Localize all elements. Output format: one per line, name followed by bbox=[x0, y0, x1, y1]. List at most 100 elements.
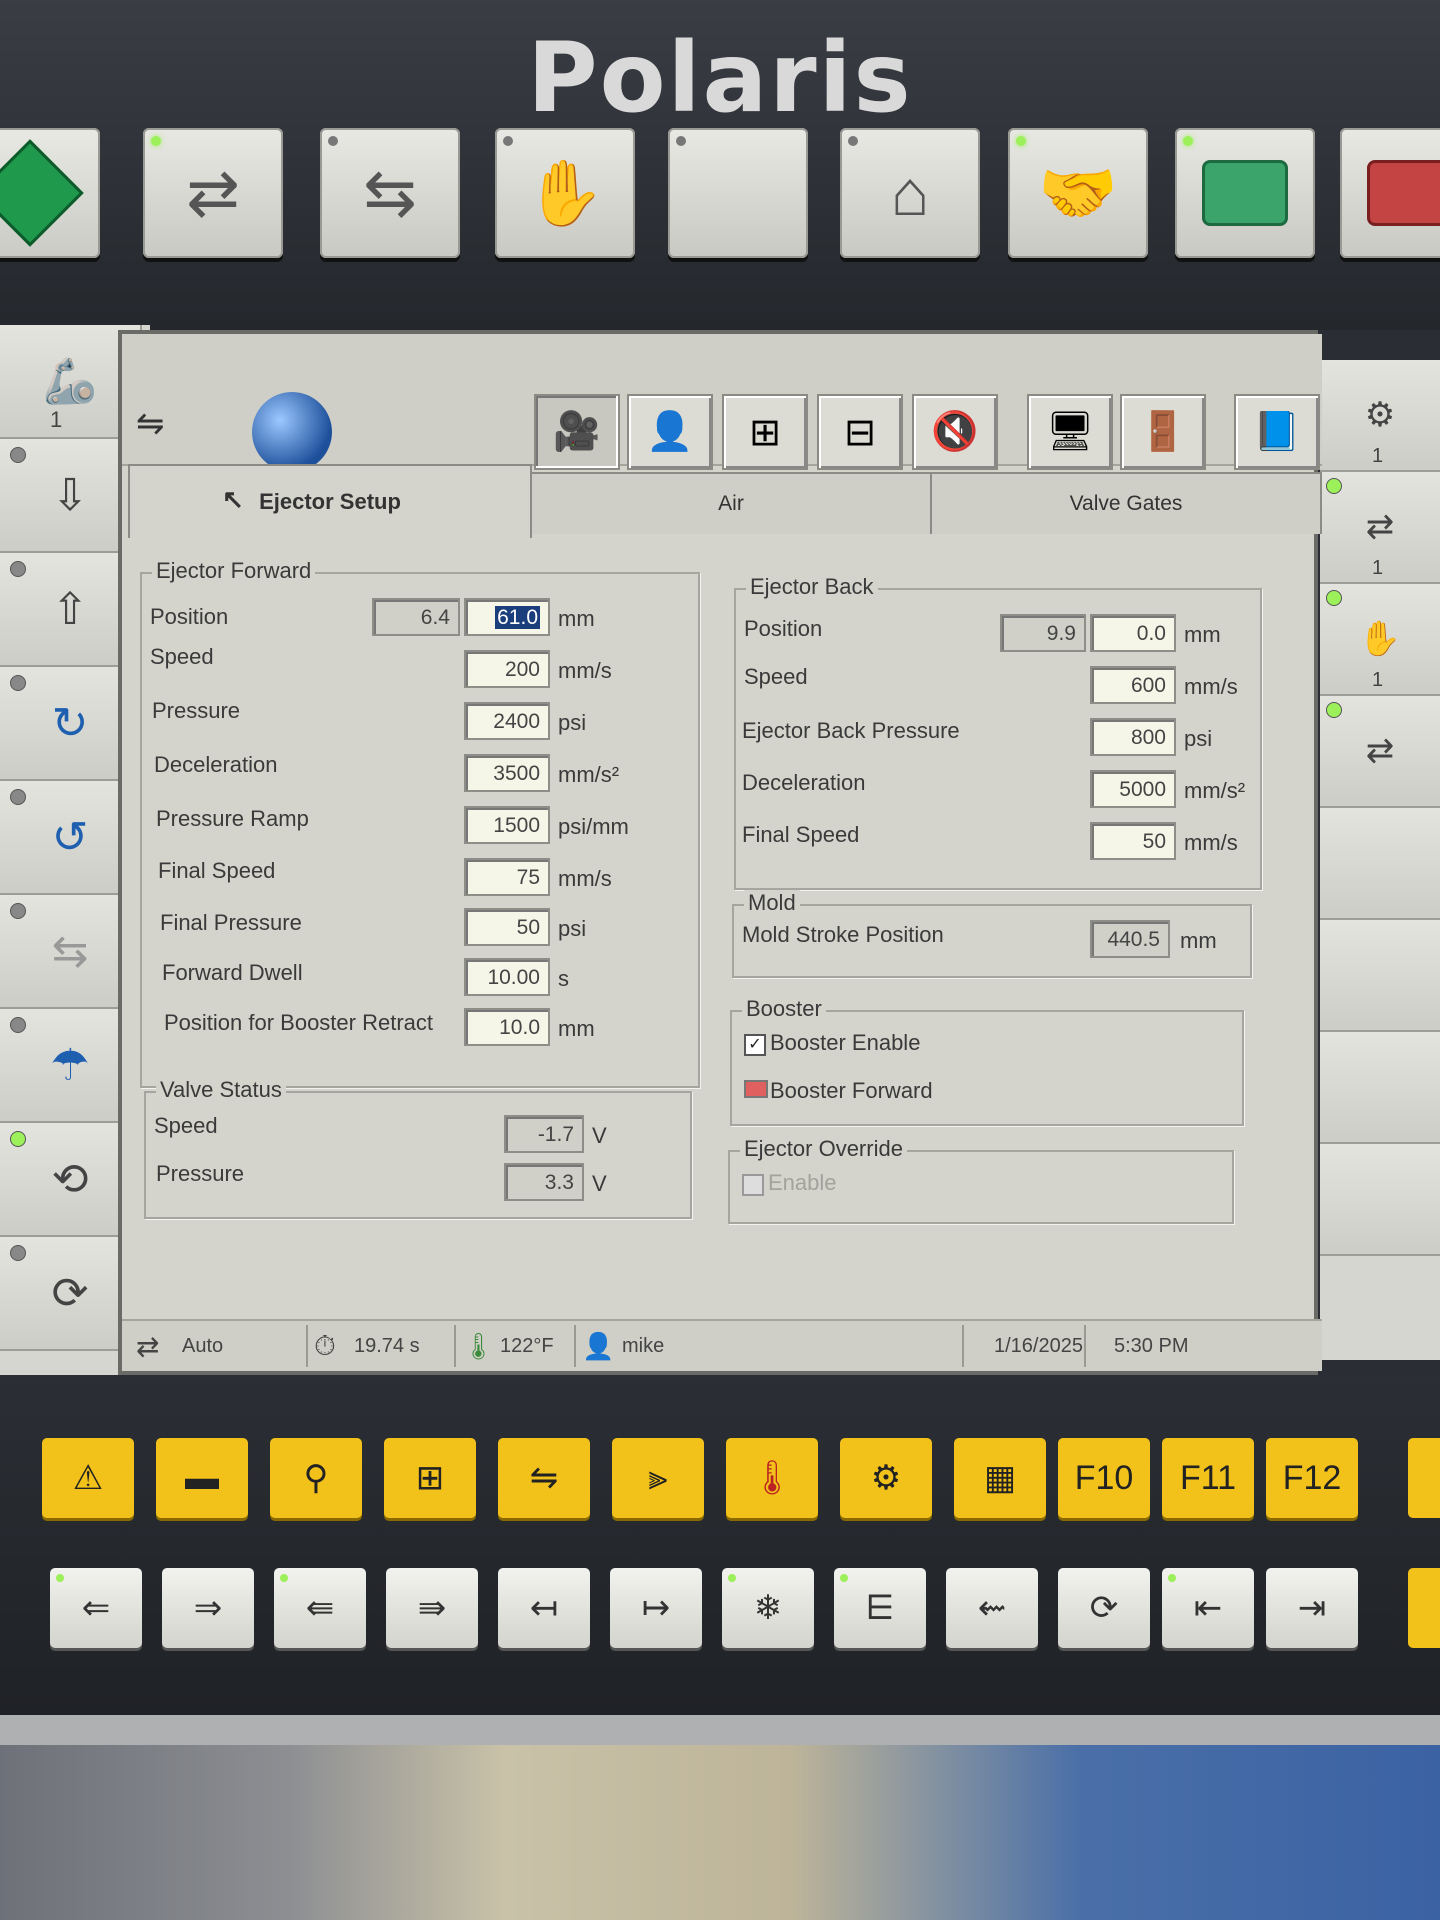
camera-operator-button[interactable]: 🎥 bbox=[534, 394, 620, 470]
mold-setup-icon[interactable]: ⇋ bbox=[136, 404, 165, 444]
sound-off-button[interactable]: 🔇 bbox=[912, 394, 998, 470]
eb-back-pressure-field[interactable]: 800 bbox=[1090, 718, 1176, 756]
heater-temp-key[interactable]: 🌡 bbox=[726, 1438, 818, 1518]
monitor-button[interactable]: 🖥 bbox=[1027, 394, 1113, 470]
right-key-empty-4[interactable] bbox=[1320, 1144, 1440, 1256]
sound-off-icon: 🔇 bbox=[931, 411, 979, 453]
graph-trend-key[interactable]: ▦ bbox=[954, 1438, 1046, 1518]
eb-final-speed-unit: mm/s bbox=[1184, 830, 1238, 855]
robot-gripper-key[interactable]: ⚲ bbox=[270, 1438, 362, 1518]
alarm-key[interactable]: ⚠ bbox=[42, 1438, 134, 1518]
hmi-screen: ⇋ 🎥 👤 ⊞ ⊟ 🔇 🖥 🚪 📘 ↖ Ejector Setup Air Va… bbox=[118, 330, 1322, 1375]
right-key-valve-gate[interactable]: ⇄ 1 bbox=[1320, 472, 1440, 584]
cycle-start-key[interactable] bbox=[0, 128, 100, 258]
brand-text: Polaris bbox=[527, 22, 913, 134]
core-forward-hard-key[interactable]: ⇥ bbox=[1266, 1568, 1358, 1648]
right-key-robot-mold[interactable]: ⚙ 1 bbox=[1320, 360, 1440, 472]
robot-arm-fkey[interactable]: ⚙ bbox=[840, 1438, 932, 1518]
eb-speed-field[interactable]: 600 bbox=[1090, 666, 1176, 704]
yellow-edge-key-2[interactable] bbox=[1408, 1568, 1440, 1648]
cooling-key[interactable]: ❄ bbox=[722, 1568, 814, 1648]
carriage-back-key[interactable]: ⇚ bbox=[274, 1568, 366, 1648]
mold-stroke-field: 440.5 bbox=[1090, 920, 1170, 958]
eb-speed-label: Speed bbox=[744, 664, 808, 689]
nozzle-screw-key[interactable]: ⫸ bbox=[612, 1438, 704, 1518]
mold-open-key[interactable]: ⇐ bbox=[50, 1568, 142, 1648]
tab-strip: ↖ Ejector Setup Air Valve Gates bbox=[122, 464, 1322, 538]
right-key-hand-spray[interactable]: ✋ 1 bbox=[1320, 584, 1440, 696]
ef-position-setpoint[interactable]: 61.0 bbox=[464, 598, 550, 636]
tab-air[interactable]: Air bbox=[530, 472, 932, 534]
operator-button[interactable]: 👤 bbox=[627, 394, 713, 470]
f11-label: F11 bbox=[1179, 1458, 1237, 1497]
user-avatar-icon: 👤 bbox=[582, 1330, 615, 1361]
vs-speed-unit: V bbox=[592, 1123, 607, 1148]
motor-start-key[interactable] bbox=[1175, 128, 1315, 258]
core-back-hard-key[interactable]: ⇤ bbox=[1162, 1568, 1254, 1648]
ef-pressure-ramp-field[interactable]: 1500 bbox=[464, 806, 550, 844]
ejector-back-hard-key[interactable]: ↤ bbox=[498, 1568, 590, 1648]
booster-enable-checkbox[interactable]: ✓ bbox=[744, 1034, 766, 1056]
blank-led bbox=[676, 136, 686, 146]
ef-pressure-field[interactable]: 2400 bbox=[464, 702, 550, 740]
mold-close-key[interactable]: ⇒ bbox=[162, 1568, 254, 1648]
eb-deceleration-field[interactable]: 5000 bbox=[1090, 770, 1176, 808]
blank-key[interactable] bbox=[668, 128, 808, 258]
vs-pressure-label: Pressure bbox=[156, 1161, 245, 1186]
ef-final-pressure-field[interactable]: 50 bbox=[464, 908, 550, 946]
ef-booster-retract-field[interactable]: 10.0 bbox=[464, 1008, 550, 1046]
right-key-empty-2[interactable] bbox=[1320, 920, 1440, 1032]
f10-key[interactable]: F10 bbox=[1058, 1438, 1150, 1518]
right-key-robot-eject[interactable]: ⇄ bbox=[1320, 696, 1440, 808]
ejector-forward-hard-key[interactable]: ↦ bbox=[610, 1568, 702, 1648]
ef-forward-dwell-field[interactable]: 10.00 bbox=[464, 958, 550, 996]
yellow-edge-key[interactable] bbox=[1408, 1438, 1440, 1518]
injection-unit-key[interactable]: ▬ bbox=[156, 1438, 248, 1518]
eb-position-field[interactable]: 0.0 bbox=[1090, 614, 1176, 652]
screw-decompress-icon: ⇜ bbox=[977, 1589, 1007, 1627]
ef-speed-field[interactable]: 200 bbox=[464, 650, 550, 688]
clamp-measure-button[interactable]: ⊞ bbox=[722, 394, 808, 470]
tab-ejector-setup[interactable]: ↖ Ejector Setup bbox=[128, 464, 532, 538]
ef-deceleration-field[interactable]: 3500 bbox=[464, 754, 550, 792]
ejector-key[interactable]: ⇋ bbox=[498, 1438, 590, 1518]
help-button[interactable]: 📘 bbox=[1234, 394, 1320, 470]
clamp-button[interactable]: ⊟ bbox=[817, 394, 903, 470]
ejector-override-checkbox[interactable] bbox=[742, 1174, 764, 1196]
nozzle-purge-key[interactable]: ⋿ bbox=[834, 1568, 926, 1648]
mold-title: Mold bbox=[744, 890, 800, 916]
air-blow-icon: ☂ bbox=[50, 1040, 90, 1090]
top-key-row: ⇄ ⇆ ✋ ⌂ 🤝 bbox=[0, 128, 1440, 288]
eb-back-pressure-unit: psi bbox=[1184, 726, 1213, 751]
tab-valve-gates[interactable]: Valve Gates bbox=[930, 472, 1322, 534]
ef-final-speed-field[interactable]: 75 bbox=[464, 858, 550, 896]
manual-mode-key[interactable]: ✋ bbox=[495, 128, 635, 258]
auto-cycle-key[interactable]: ⇄ bbox=[143, 128, 283, 258]
exit-door-button[interactable]: 🚪 bbox=[1120, 394, 1206, 470]
ef-deceleration-unit: mm/s² bbox=[558, 762, 620, 787]
carriage-forward-key[interactable]: ⇛ bbox=[386, 1568, 478, 1648]
right-key-empty-1[interactable] bbox=[1320, 808, 1440, 920]
semi-auto-cycle-key[interactable]: ⇆ bbox=[320, 128, 460, 258]
f11-key[interactable]: F11 bbox=[1162, 1438, 1254, 1518]
screw-decompress-key[interactable]: ⇜ bbox=[946, 1568, 1038, 1648]
ejector-override-enable-label: Enable bbox=[768, 1170, 837, 1195]
floor-background bbox=[0, 1715, 1440, 1920]
status-bar: ⇄ Auto ⏱ 19.74 s 🌡 122°F 👤 mike 1/16/202… bbox=[122, 1319, 1322, 1371]
auto-cycle-led bbox=[151, 136, 161, 146]
f12-key[interactable]: F12 bbox=[1266, 1438, 1358, 1518]
eb-final-speed-field[interactable]: 50 bbox=[1090, 822, 1176, 860]
semi-auto-cycle-icon: ⇆ bbox=[363, 156, 417, 229]
screw-rotate-key[interactable]: ⟳ bbox=[1058, 1568, 1150, 1648]
right-key-empty-3[interactable] bbox=[1320, 1032, 1440, 1144]
right-key-hand-spray-label: 1 bbox=[1372, 669, 1384, 691]
ejector-icon: ⇋ bbox=[529, 1459, 559, 1497]
motor-stop-key[interactable] bbox=[1340, 128, 1440, 258]
ejector-back-group: Ejector Back Position 9.9 0.0 mm Speed 6… bbox=[734, 574, 1262, 890]
right-key-robot-mold-label: 1 bbox=[1372, 445, 1384, 467]
robot-handshake-key[interactable]: 🤝 bbox=[1008, 128, 1148, 258]
globe-icon[interactable] bbox=[252, 392, 332, 472]
ef-final-pressure-label: Final Pressure bbox=[160, 910, 302, 935]
mold-key[interactable]: ⊞ bbox=[384, 1438, 476, 1518]
robot-home-key[interactable]: ⌂ bbox=[840, 128, 980, 258]
